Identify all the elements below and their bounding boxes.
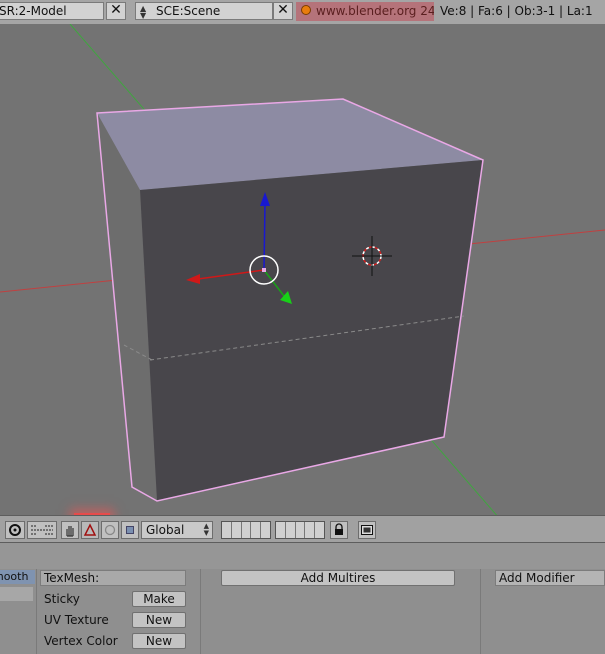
degree-field[interactable] (0, 587, 33, 601)
pivot-icon (9, 524, 21, 536)
dotted-arrows-icon (31, 525, 53, 535)
auto-smooth-label: Smooth (0, 570, 29, 583)
texmesh-field[interactable]: TexMesh: (40, 570, 186, 586)
vertex-color-label: Vertex Color (44, 634, 118, 648)
delete-scene-button[interactable]: ✕ (273, 2, 293, 20)
scene-name: SCE:Scene (156, 4, 221, 18)
circle-icon (104, 524, 116, 536)
snap-menu-button[interactable] (27, 521, 57, 539)
new-vertex-color-button[interactable]: New (132, 633, 186, 649)
delete-screen-button[interactable]: ✕ (106, 2, 126, 20)
square-icon (126, 526, 134, 534)
scene-layers-group-2[interactable] (275, 521, 325, 539)
panel-divider (36, 569, 37, 654)
blender-logo-icon (301, 5, 311, 15)
panel-divider (200, 569, 201, 654)
make-sticky-button[interactable]: Make (132, 591, 186, 607)
scene-layers-group-1[interactable] (221, 521, 271, 539)
new-uv-texture-button[interactable]: New (132, 612, 186, 628)
object-origin (262, 268, 266, 272)
screen-selector[interactable]: SR:2-Model (0, 2, 104, 20)
add-multires-button[interactable]: Add Multires (221, 570, 455, 586)
blender-website-link[interactable]: www.blender.org 245 (296, 2, 434, 21)
updown-arrows-icon: ▲ ▼ (203, 522, 209, 537)
scene-stats: Ve:8 | Fa:6 | Ob:3-1 | La:1 (440, 4, 593, 18)
info-header: SR:2-Model ✕ ▲ ▼ SCE:Scene ✕ www.blender.… (0, 0, 605, 25)
triangle-icon (83, 523, 97, 536)
add-modifier-button[interactable]: Add Modifier (495, 570, 605, 586)
lock-layers-button[interactable] (330, 521, 348, 539)
render-preview-button[interactable] (358, 521, 376, 539)
buttons-window-header (0, 543, 605, 569)
uv-texture-label: UV Texture (44, 613, 109, 627)
updown-arrows-icon: ▲ ▼ (140, 4, 147, 20)
viewport-header: Global ▲ ▼ (0, 515, 605, 543)
sticky-label: Sticky (44, 592, 80, 606)
panel-divider (480, 569, 481, 654)
manipulator-toggle-button[interactable] (61, 521, 79, 539)
z-axis-handle[interactable] (263, 201, 266, 271)
viewport-canvas (0, 24, 605, 515)
cube-front-face (140, 160, 483, 501)
3d-viewport[interactable] (0, 24, 605, 515)
site-link-text: www.blender.org 245 (316, 4, 434, 18)
hand-icon (66, 526, 74, 537)
image-icon (361, 525, 373, 535)
lock-icon (335, 523, 343, 535)
transform-orientation-select[interactable]: Global ▲ ▼ (141, 521, 213, 539)
rotate-manipulator-button[interactable] (101, 521, 119, 539)
translate-manipulator-button[interactable] (81, 521, 99, 539)
scale-manipulator-button[interactable] (121, 521, 139, 539)
pivot-point-button[interactable] (5, 521, 25, 539)
auto-smooth-button[interactable]: Smooth (0, 570, 35, 584)
scene-selector[interactable]: ▲ ▼ SCE:Scene (135, 2, 273, 20)
transform-orientation-value: Global (146, 523, 185, 537)
